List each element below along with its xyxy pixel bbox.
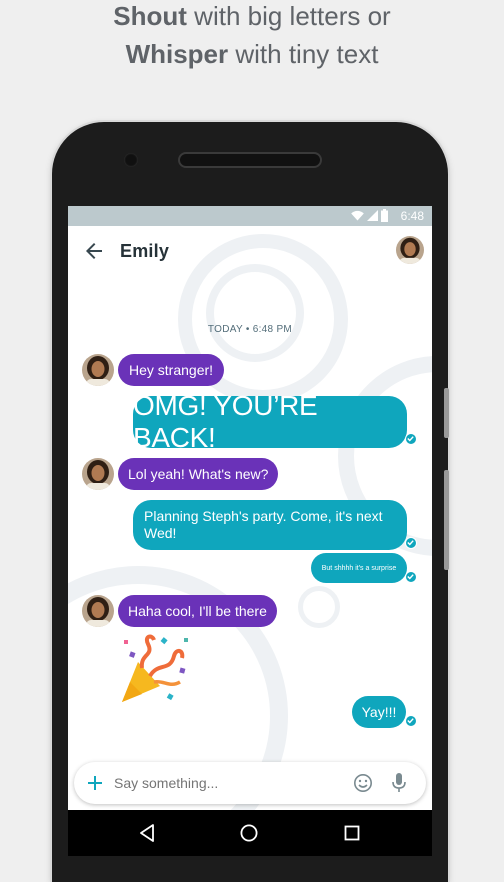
earpiece-speaker [178, 152, 322, 168]
outgoing-message[interactable]: Planning Steph's party. Come, it's next … [133, 500, 407, 550]
incoming-message[interactable]: Lol yeah! What's new? [118, 458, 279, 490]
check-icon [405, 571, 417, 583]
message-input[interactable] [114, 771, 340, 795]
outgoing-message[interactable]: Yay!!! [352, 696, 406, 728]
status-bar: 6:48 [68, 206, 432, 226]
emoji-icon[interactable] [353, 773, 373, 793]
plus-icon[interactable] [87, 775, 103, 791]
promo-shout: Shout [113, 1, 187, 31]
background-ring [298, 586, 340, 628]
volume-button [444, 388, 449, 438]
promo-line2: with tiny text [228, 39, 379, 69]
wifi-icon [351, 210, 364, 221]
signal-icon [367, 210, 378, 221]
front-camera [124, 153, 138, 167]
sender-avatar [82, 595, 114, 627]
conversation-header: Emily [68, 226, 432, 278]
back-arrow-icon[interactable] [82, 239, 106, 263]
nav-recents-icon[interactable] [344, 825, 360, 841]
sender-avatar [82, 458, 114, 490]
party-popper-sticker[interactable] [118, 632, 190, 704]
background-ring [206, 264, 304, 362]
outgoing-message[interactable]: OMG! YOU’RE BACK! [133, 390, 407, 453]
incoming-message[interactable]: Haha cool, I'll be there [118, 595, 277, 627]
check-icon [405, 537, 417, 549]
sender-avatar [82, 354, 114, 386]
battery-icon [381, 209, 388, 222]
promo-line1: with big letters or [186, 1, 391, 31]
nav-back-icon[interactable] [139, 824, 155, 842]
nav-home-icon[interactable] [240, 824, 258, 842]
power-button [444, 470, 449, 570]
contact-avatar[interactable] [396, 236, 424, 264]
date-separator: TODAY • 6:48 PM [207, 324, 293, 335]
microphone-icon[interactable] [391, 772, 407, 794]
message-composer [74, 762, 426, 804]
status-time: 6:48 [400, 209, 424, 223]
check-icon [405, 433, 417, 445]
check-icon [405, 715, 417, 727]
incoming-message[interactable]: Hey stranger! [118, 354, 225, 386]
contact-name[interactable]: Emily [120, 241, 169, 262]
android-nav-bar [68, 810, 432, 856]
outgoing-message[interactable]: But shhhh it's a surprise [311, 553, 407, 583]
promo-whisper: Whisper [125, 39, 229, 69]
chat-screen: 6:48 Emily TODAY • 6:48 PM Hey stranger!… [68, 206, 432, 810]
